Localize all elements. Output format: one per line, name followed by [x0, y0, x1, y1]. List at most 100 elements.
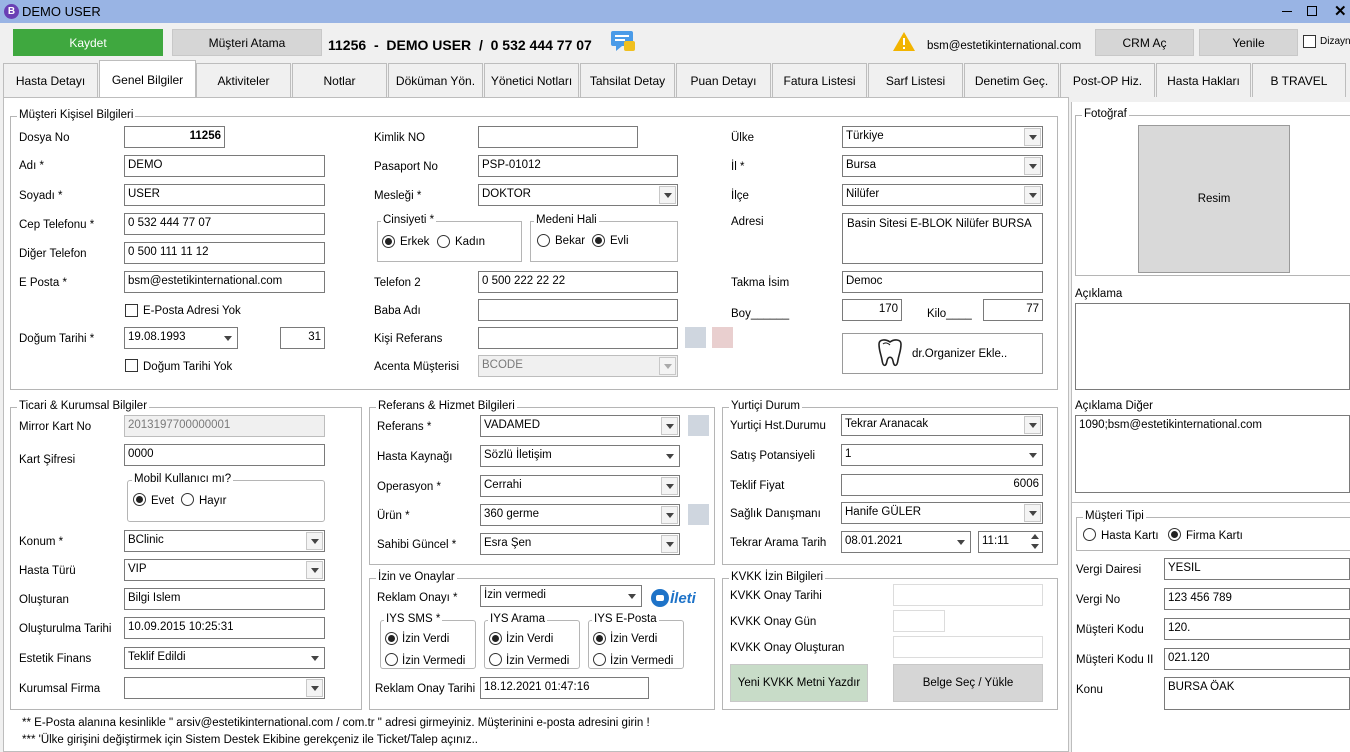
call-allow-radio[interactable]	[489, 632, 502, 645]
address-field[interactable]: Basin Sitesi E-BLOK Nilüfer BURSA	[842, 213, 1043, 264]
reference-add-button[interactable]	[688, 415, 709, 436]
assign-customer-button[interactable]: Müşteri Atama	[172, 29, 322, 56]
weight-field[interactable]: 77	[983, 299, 1043, 321]
tab-8[interactable]: Fatura Listesi	[772, 63, 867, 97]
nickname-field[interactable]: Democ	[842, 271, 1043, 293]
tab-5[interactable]: Yönetici Notları	[484, 63, 579, 97]
tab-4[interactable]: Döküman Yön.	[388, 63, 483, 97]
sms-deny-radio[interactable]	[385, 653, 398, 666]
chevron-down-icon[interactable]	[1024, 504, 1041, 522]
refresh-button[interactable]: Yenile	[1199, 29, 1298, 56]
chevron-down-icon[interactable]	[1024, 186, 1041, 204]
chevron-down-icon[interactable]	[952, 533, 969, 551]
tax-no-field[interactable]: 123 456 789	[1164, 588, 1350, 610]
chevron-down-icon[interactable]	[306, 561, 323, 579]
close-icon[interactable]: ✕	[1334, 2, 1347, 20]
chevron-down-icon[interactable]	[661, 417, 678, 435]
passport-field[interactable]: PSP-01012	[478, 155, 678, 177]
spin-down-icon[interactable]	[1031, 544, 1039, 549]
email-allow-radio[interactable]	[593, 632, 606, 645]
product-select[interactable]: 360 germe	[480, 504, 680, 526]
dr-organizer-button[interactable]: dr.Organizer Ekle..	[842, 333, 1043, 374]
kvkk-date-field[interactable]	[893, 584, 1043, 606]
recall-date-picker[interactable]: 08.01.2021	[841, 531, 971, 553]
male-radio[interactable]	[382, 235, 395, 248]
mobile-no-radio[interactable]	[181, 493, 194, 506]
other-phone-field[interactable]: 0 500 111 11 12	[124, 242, 325, 264]
crm-open-button[interactable]: CRM Aç	[1095, 29, 1194, 56]
person-ref-field[interactable]	[478, 327, 678, 349]
created-date-field[interactable]: 10.09.2015 10:25:31	[124, 617, 325, 639]
recall-time-field[interactable]: 11:11	[978, 531, 1043, 553]
customer-code-field[interactable]: 120.	[1164, 618, 1350, 640]
tab-9[interactable]: Sarf Listesi	[868, 63, 963, 97]
height-field[interactable]: 170	[842, 299, 902, 321]
creator-field[interactable]: Bilgi Islem	[124, 588, 325, 610]
chevron-down-icon[interactable]	[306, 649, 323, 667]
mobile-yes-radio[interactable]	[133, 493, 146, 506]
description-field[interactable]	[1075, 303, 1350, 390]
chevron-down-icon[interactable]	[219, 329, 236, 347]
ad-consent-date-field[interactable]: 18.12.2021 01:47:16	[480, 677, 649, 699]
design-checkbox[interactable]	[1303, 35, 1316, 48]
customer-code2-field[interactable]: 021.120	[1164, 648, 1350, 670]
chevron-down-icon[interactable]	[659, 186, 676, 204]
chevron-down-icon[interactable]	[661, 447, 678, 465]
no-birthdate-checkbox[interactable]	[125, 359, 138, 372]
other-description-field[interactable]: 1090;bsm@estetikinternational.com	[1075, 415, 1350, 493]
chevron-down-icon[interactable]	[306, 679, 323, 697]
district-select[interactable]: Nilüfer	[842, 184, 1043, 206]
health-advisor-select[interactable]: Hanife GÜLER	[841, 502, 1043, 524]
phone2-field[interactable]: 0 500 222 22 22	[478, 271, 678, 293]
chevron-down-icon[interactable]	[661, 477, 678, 495]
photo-placeholder[interactable]: Resim	[1138, 125, 1290, 273]
tab-10[interactable]: Denetim Geç.	[964, 63, 1059, 97]
card-password-field[interactable]: 0000	[124, 444, 325, 466]
tab-12[interactable]: Hasta Hakları	[1156, 63, 1251, 97]
subject-field[interactable]: BURSA ÖAK	[1164, 677, 1350, 710]
patient-card-radio[interactable]	[1083, 528, 1096, 541]
kvkk-days-field[interactable]	[893, 610, 945, 632]
chevron-down-icon[interactable]	[306, 532, 323, 550]
agency-select[interactable]: BCODE	[478, 355, 678, 377]
location-select[interactable]: BClinic	[124, 530, 325, 552]
save-button[interactable]: Kaydet	[13, 29, 163, 56]
ad-consent-select[interactable]: İzin vermedi	[480, 585, 642, 607]
surname-field[interactable]: USER	[124, 184, 325, 206]
chevron-down-icon[interactable]	[1024, 416, 1041, 434]
no-email-checkbox[interactable]	[125, 304, 138, 317]
birthdate-picker[interactable]: 19.08.1993	[124, 327, 238, 349]
product-add-button[interactable]	[688, 504, 709, 525]
tab-2[interactable]: Aktiviteler	[196, 63, 291, 97]
firm-card-radio[interactable]	[1168, 528, 1181, 541]
female-radio[interactable]	[437, 235, 450, 248]
country-select[interactable]: Türkiye	[842, 126, 1043, 148]
profession-select[interactable]: DOKTOR	[478, 184, 678, 206]
chevron-down-icon[interactable]	[1024, 128, 1041, 146]
chevron-down-icon[interactable]	[1024, 157, 1041, 175]
tax-office-field[interactable]: YESIL	[1164, 558, 1350, 580]
owner-select[interactable]: Esra Şen	[480, 533, 680, 555]
chevron-down-icon[interactable]	[661, 506, 678, 524]
tab-1[interactable]: Genel Bilgiler	[99, 60, 196, 98]
chevron-down-icon[interactable]	[659, 357, 676, 375]
city-select[interactable]: Bursa	[842, 155, 1043, 177]
tab-3[interactable]: Notlar	[292, 63, 387, 97]
name-field[interactable]: DEMO	[124, 155, 325, 177]
select-upload-document-button[interactable]: Belge Seç / Yükle	[893, 664, 1043, 702]
maximize-icon[interactable]	[1307, 6, 1317, 16]
id-no-field[interactable]	[478, 126, 638, 148]
corporate-firm-select[interactable]	[124, 677, 325, 699]
patient-type-select[interactable]: VIP	[124, 559, 325, 581]
message-icon[interactable]	[610, 29, 636, 53]
married-radio[interactable]	[592, 234, 605, 247]
mirror-card-field[interactable]: 2013197700000001	[124, 415, 325, 437]
estetik-finance-select[interactable]: Teklif Edildi	[124, 647, 325, 669]
single-radio[interactable]	[537, 234, 550, 247]
offer-price-field[interactable]: 6006	[841, 474, 1043, 496]
email-field[interactable]: bsm@estetikinternational.com	[124, 271, 325, 293]
domestic-status-select[interactable]: Tekrar Aranacak	[841, 414, 1043, 436]
person-ref-search-button[interactable]	[685, 327, 706, 348]
tab-7[interactable]: Puan Detayı	[676, 63, 771, 97]
sms-allow-radio[interactable]	[385, 632, 398, 645]
